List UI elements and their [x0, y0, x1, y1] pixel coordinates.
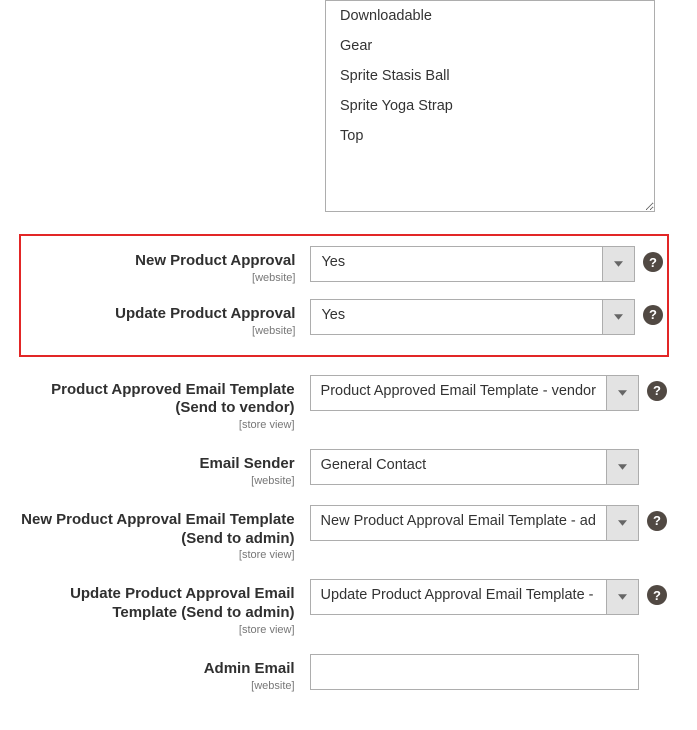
field-update-product-template-admin: Update Product Approval Email Template (… [20, 579, 667, 636]
help-icon[interactable]: ? [643, 252, 663, 272]
chevron-down-icon [606, 450, 638, 484]
new-product-approval-select[interactable]: Yes [310, 246, 635, 282]
field-label-col: Update Product Approval [website] [25, 299, 310, 337]
field-label: Admin Email [20, 660, 295, 679]
select-value: Product Approved Email Template - vendor [311, 376, 606, 410]
field-label: Product Approved Email Template (Send to… [20, 381, 295, 419]
product-type-listbox[interactable]: Downloadable Gear Sprite Stasis Ball Spr… [325, 0, 655, 212]
select-value: Update Product Approval Email Template - [311, 580, 606, 614]
field-label-col: Admin Email [website] [20, 654, 310, 692]
field-label: New Product Approval [25, 252, 295, 271]
new-product-template-admin-select[interactable]: New Product Approval Email Template - ad [310, 505, 639, 541]
field-new-product-template-admin: New Product Approval Email Template (Sen… [20, 505, 667, 562]
select-value: Yes [311, 247, 602, 281]
chevron-down-icon [602, 247, 634, 281]
field-label: Email Sender [20, 455, 295, 474]
help-icon[interactable]: ? [643, 305, 663, 325]
help-icon[interactable]: ? [647, 585, 667, 605]
product-approved-template-select[interactable]: Product Approved Email Template - vendor [310, 375, 639, 411]
chevron-down-icon [606, 376, 638, 410]
field-scope: [website] [25, 272, 295, 284]
select-value: Yes [311, 300, 602, 334]
field-scope: [store view] [20, 419, 295, 431]
chevron-down-icon [606, 580, 638, 614]
chevron-down-icon [606, 506, 638, 540]
field-product-approved-template: Product Approved Email Template (Send to… [20, 375, 667, 432]
admin-email-input[interactable] [310, 654, 639, 690]
help-icon[interactable]: ? [647, 511, 667, 531]
update-product-template-admin-select[interactable]: Update Product Approval Email Template - [310, 579, 639, 615]
field-label-col: New Product Approval Email Template (Sen… [20, 505, 310, 562]
listbox-option[interactable]: Sprite Yoga Strap [326, 91, 654, 121]
field-label: Update Product Approval Email Template (… [20, 585, 295, 623]
field-update-product-approval: Update Product Approval [website] Yes ? [25, 299, 663, 337]
listbox-option[interactable]: Sprite Stasis Ball [326, 61, 654, 91]
field-label-col: Email Sender [website] [20, 449, 310, 487]
select-value: New Product Approval Email Template - ad [311, 506, 606, 540]
field-scope: [store view] [20, 549, 295, 561]
field-label: New Product Approval Email Template (Sen… [20, 511, 295, 549]
help-icon[interactable]: ? [647, 381, 667, 401]
update-product-approval-select[interactable]: Yes [310, 299, 635, 335]
field-admin-email: Admin Email [website] [20, 654, 667, 692]
listbox-option[interactable]: Gear [326, 31, 654, 61]
field-scope: [website] [25, 325, 295, 337]
chevron-down-icon [602, 300, 634, 334]
field-scope: [website] [20, 680, 295, 692]
field-label-col: Product Approved Email Template (Send to… [20, 375, 310, 432]
field-label: Update Product Approval [25, 305, 295, 324]
field-scope: [website] [20, 475, 295, 487]
select-value: General Contact [311, 450, 606, 484]
listbox-option[interactable]: Top [326, 121, 654, 151]
email-sender-select[interactable]: General Contact [310, 449, 639, 485]
field-email-sender: Email Sender [website] General Contact [20, 449, 667, 487]
listbox-option[interactable]: Downloadable [326, 1, 654, 31]
field-label-col: Update Product Approval Email Template (… [20, 579, 310, 636]
field-new-product-approval: New Product Approval [website] Yes ? [25, 246, 663, 284]
field-label-col: New Product Approval [website] [25, 246, 310, 284]
approval-highlight-box: New Product Approval [website] Yes ? Upd… [19, 234, 669, 357]
